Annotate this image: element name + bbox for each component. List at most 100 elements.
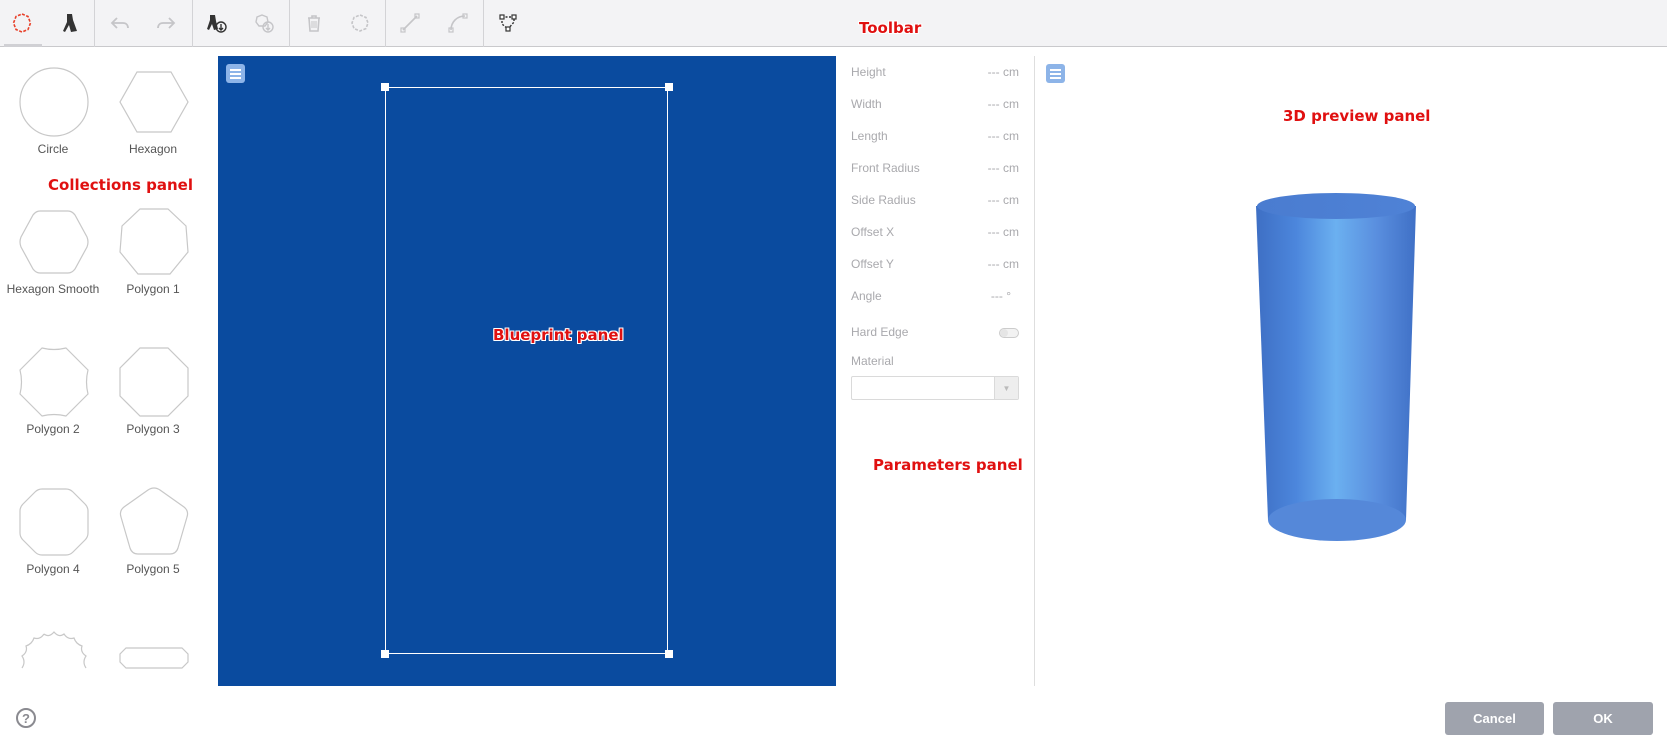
param-row-side-radius[interactable]: Side Radius --- cm (851, 190, 1019, 210)
param-value[interactable]: --- cm (988, 97, 1019, 111)
param-label: Side Radius (851, 193, 916, 207)
hexagon-smooth-shape-icon (19, 210, 89, 274)
param-value[interactable]: --- cm (988, 193, 1019, 207)
blueprint-annotation: Blueprint panel (493, 326, 624, 344)
param-label: Material (851, 354, 894, 368)
cancel-button[interactable]: Cancel (1445, 702, 1544, 735)
panel-divider (1034, 56, 1035, 686)
collection-item-circle[interactable]: Circle (3, 60, 103, 180)
param-value[interactable]: --- cm (988, 129, 1019, 143)
curved-segment-icon (448, 13, 468, 33)
param-value[interactable]: --- ° (991, 289, 1011, 303)
trash-icon (308, 15, 320, 32)
straight-segment-button[interactable] (390, 6, 430, 40)
param-row-height[interactable]: Height --- cm (851, 62, 1019, 82)
undo-icon (110, 17, 129, 29)
ok-button[interactable]: OK (1553, 702, 1653, 735)
help-icon[interactable]: ? (16, 708, 36, 728)
redo-button[interactable] (146, 6, 186, 40)
collection-item-label: Polygon 2 (26, 422, 80, 436)
resize-handle-top-left[interactable] (381, 83, 389, 91)
param-label: Hard Edge (851, 325, 909, 339)
silhouette-icon (63, 14, 77, 32)
profile-shape-icon (12, 13, 32, 33)
param-row-hard-edge[interactable]: Hard Edge (851, 322, 1019, 342)
collection-item-rounded-bar[interactable] (103, 620, 203, 686)
polygon-5-shape-icon (119, 487, 189, 555)
collection-item-label: Polygon 1 (126, 282, 180, 296)
menu-icon (230, 68, 241, 71)
param-label: Offset Y (851, 257, 894, 271)
param-value[interactable]: --- cm (988, 225, 1019, 239)
delete-button[interactable] (294, 6, 334, 40)
param-row-offset-x[interactable]: Offset X --- cm (851, 222, 1019, 242)
silhouette-button[interactable] (50, 6, 90, 40)
edit-points-button[interactable] (488, 6, 528, 40)
blueprint-menu-button[interactable] (226, 64, 245, 83)
chevron-down-icon[interactable]: ▼ (994, 377, 1018, 399)
profile-shape-button[interactable] (2, 6, 42, 40)
import-profile-icon (207, 15, 227, 33)
param-row-width[interactable]: Width --- cm (851, 94, 1019, 114)
material-select[interactable]: ▼ (851, 376, 1019, 400)
preview-panel[interactable]: 3D preview panel (1036, 56, 1666, 686)
param-value[interactable]: --- cm (988, 161, 1019, 175)
param-value[interactable]: --- cm (988, 65, 1019, 79)
resize-handle-bottom-right[interactable] (665, 650, 673, 658)
param-label: Height (851, 65, 886, 79)
collection-item-polygon-2[interactable]: Polygon 2 (3, 340, 103, 460)
curved-segment-button[interactable] (438, 6, 478, 40)
collection-item-hexagon-smooth[interactable]: Hexagon Smooth (3, 200, 103, 320)
parameters-panel: Height --- cm Width --- cm Length --- cm… (848, 56, 1023, 686)
collection-item-polygon-5[interactable]: Polygon 5 (103, 480, 203, 600)
param-label: Angle (851, 289, 882, 303)
toolbar: Toolbar (0, 0, 1667, 47)
polygon-4-shape-icon (19, 488, 89, 556)
cylinder-3d-model[interactable] (1036, 56, 1666, 686)
blueprint-shape-outline[interactable] (385, 87, 668, 654)
blueprint-panel[interactable]: Blueprint panel (218, 56, 836, 686)
rounded-bar-shape-icon (119, 647, 189, 669)
param-label: Front Radius (851, 161, 920, 175)
redo-icon (157, 17, 176, 29)
reset-shape-button[interactable] (340, 6, 380, 40)
active-tab-indicator (4, 44, 42, 47)
param-label: Length (851, 129, 888, 143)
param-row-material: Material (851, 351, 1019, 371)
collection-item-wavy[interactable] (3, 620, 103, 686)
param-label: Width (851, 97, 882, 111)
param-value[interactable]: --- cm (988, 257, 1019, 271)
collection-item-polygon-4[interactable]: Polygon 4 (3, 480, 103, 600)
straight-segment-icon (400, 13, 420, 33)
collection-item-hexagon[interactable]: Hexagon (103, 60, 203, 180)
param-row-front-radius[interactable]: Front Radius --- cm (851, 158, 1019, 178)
polygon-3-shape-icon (119, 347, 189, 417)
collections-annotation: Collections panel (48, 176, 193, 194)
undo-button[interactable] (100, 6, 140, 40)
save-to-collection-icon (255, 14, 274, 33)
collection-item-label: Hexagon (128, 142, 178, 156)
hard-edge-toggle[interactable] (999, 328, 1019, 338)
wavy-shape-icon (21, 631, 87, 669)
hexagon-shape-icon (119, 71, 189, 133)
save-to-collection-button[interactable] (244, 6, 284, 40)
parameters-annotation: Parameters panel (873, 456, 1023, 474)
resize-handle-bottom-left[interactable] (381, 650, 389, 658)
collection-item-label: Hexagon Smooth (6, 282, 100, 296)
param-label: Offset X (851, 225, 895, 239)
reset-shape-icon (351, 14, 369, 32)
collection-item-label: Circle (37, 142, 69, 156)
import-profile-button[interactable] (196, 6, 236, 40)
param-row-offset-y[interactable]: Offset Y --- cm (851, 254, 1019, 274)
collection-item-polygon-3[interactable]: Polygon 3 (103, 340, 203, 460)
collection-item-label: Polygon 3 (126, 422, 180, 436)
collection-item-polygon-1[interactable]: Polygon 1 (103, 200, 203, 320)
resize-handle-top-right[interactable] (665, 83, 673, 91)
toolbar-annotation: Toolbar (859, 19, 922, 37)
param-row-angle[interactable]: Angle --- ° (851, 286, 1019, 306)
collection-item-label: Polygon 5 (126, 562, 180, 576)
circle-shape-icon (19, 67, 89, 137)
edit-points-icon (499, 14, 517, 32)
polygon-1-shape-icon (119, 208, 189, 275)
param-row-length[interactable]: Length --- cm (851, 126, 1019, 146)
